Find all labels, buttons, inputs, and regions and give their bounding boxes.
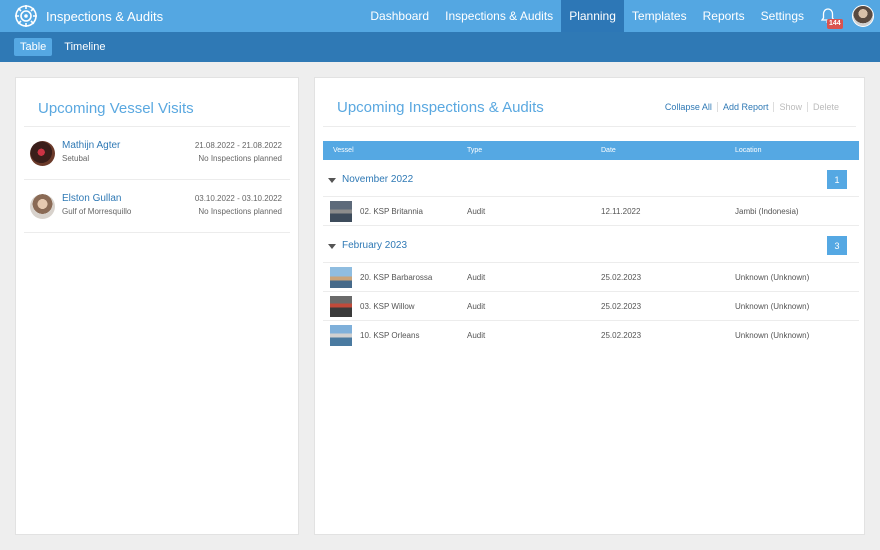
group-count-badge: 3 <box>827 236 847 255</box>
inspections-panel: Upcoming Inspections & Audits Collapse A… <box>314 77 865 535</box>
visit-port: Setubal <box>62 154 90 163</box>
inspections-title: Upcoming Inspections & Audits <box>337 99 544 116</box>
vessel-thumbnail <box>330 296 352 317</box>
column-header-vessel[interactable]: Vessel <box>333 147 354 154</box>
cell-vessel: 03. KSP Willow <box>360 302 415 311</box>
cell-location: Unknown (Unknown) <box>735 273 810 282</box>
avatar <box>30 141 55 166</box>
visit-item[interactable]: Elston Gullan Gulf of Morresquillo 03.10… <box>24 180 290 233</box>
app-title: Inspections & Audits <box>46 8 164 24</box>
divider <box>323 126 856 127</box>
visit-note: No Inspections planned <box>198 154 282 163</box>
cell-date: 12.11.2022 <box>601 207 641 216</box>
main-nav: Dashboard Inspections & Audits Planning … <box>362 0 880 32</box>
cell-location: Unknown (Unknown) <box>735 331 810 340</box>
add-report-button[interactable]: Add Report <box>716 102 774 112</box>
table-row[interactable]: 02. KSP Britannia Audit 12.11.2022 Jambi… <box>323 197 859 226</box>
cell-vessel: 20. KSP Barbarossa <box>360 273 433 282</box>
table-row[interactable]: 03. KSP Willow Audit 25.02.2023 Unknown … <box>323 292 859 321</box>
visit-name[interactable]: Mathijn Agter <box>62 140 120 151</box>
column-header-type[interactable]: Type <box>467 147 482 154</box>
cell-type: Audit <box>467 273 486 282</box>
notifications-button[interactable]: 144 <box>812 0 844 32</box>
visit-item[interactable]: Mathijn Agter Setubal 21.08.2022 - 21.08… <box>24 127 290 180</box>
table-row[interactable]: 10. KSP Orleans Audit 25.02.2023 Unknown… <box>323 321 859 350</box>
column-header-date[interactable]: Date <box>601 147 616 154</box>
visit-dates: 21.08.2022 - 21.08.2022 <box>194 141 282 150</box>
cell-location: Unknown (Unknown) <box>735 302 810 311</box>
delete-button[interactable]: Delete <box>806 102 844 112</box>
cell-vessel: 02. KSP Britannia <box>360 207 424 216</box>
caret-down-icon[interactable] <box>328 178 336 183</box>
user-avatar[interactable] <box>852 5 874 27</box>
show-button[interactable]: Show <box>773 102 807 112</box>
group-header-november-2022[interactable]: November 2022 1 <box>323 163 859 197</box>
group-header-february-2023[interactable]: February 2023 3 <box>323 229 859 263</box>
vessel-thumbnail <box>330 267 352 288</box>
visit-note: No Inspections planned <box>198 207 282 216</box>
cell-date: 25.02.2023 <box>601 331 642 340</box>
visit-dates: 03.10.2022 - 03.10.2022 <box>194 194 282 203</box>
visit-name[interactable]: Elston Gullan <box>62 193 121 204</box>
view-switcher: Table Timeline <box>0 32 880 62</box>
column-header-location[interactable]: Location <box>735 147 761 154</box>
group-label: November 2022 <box>342 174 414 185</box>
vessel-visits-title: Upcoming Vessel Visits <box>38 100 194 117</box>
cell-date: 25.02.2023 <box>601 302 642 311</box>
cell-type: Audit <box>467 331 486 340</box>
caret-down-icon[interactable] <box>328 244 336 249</box>
vessel-visits-panel: Upcoming Vessel Visits Mathijn Agter Set… <box>15 77 299 535</box>
nav-planning[interactable]: Planning <box>561 0 624 32</box>
table-row[interactable]: 20. KSP Barbarossa Audit 25.02.2023 Unkn… <box>323 263 859 292</box>
cell-date: 25.02.2023 <box>601 273 642 282</box>
collapse-all-button[interactable]: Collapse All <box>660 102 717 112</box>
table-header: Vessel Type Date Location <box>323 141 859 160</box>
top-navbar: Inspections & Audits Dashboard Inspectio… <box>0 0 880 32</box>
nav-inspections-audits[interactable]: Inspections & Audits <box>437 0 561 32</box>
brand[interactable]: Inspections & Audits <box>0 0 163 32</box>
compass-logo-icon <box>15 5 37 27</box>
vessel-thumbnail <box>330 325 352 346</box>
nav-dashboard[interactable]: Dashboard <box>362 0 437 32</box>
cell-location: Jambi (Indonesia) <box>735 207 799 216</box>
vessel-thumbnail <box>330 201 352 222</box>
group-count-badge: 1 <box>827 170 847 189</box>
panel-actions: Collapse All Add Report Show Delete <box>660 102 844 112</box>
group-label: February 2023 <box>342 240 408 251</box>
tab-table[interactable]: Table <box>14 38 53 56</box>
visit-port: Gulf of Morresquillo <box>62 207 132 216</box>
cell-type: Audit <box>467 207 486 216</box>
nav-settings[interactable]: Settings <box>753 0 812 32</box>
cell-vessel: 10. KSP Orleans <box>360 331 420 340</box>
avatar <box>30 194 55 219</box>
nav-templates[interactable]: Templates <box>624 0 695 32</box>
nav-reports[interactable]: Reports <box>695 0 753 32</box>
tab-timeline[interactable]: Timeline <box>58 38 111 56</box>
cell-type: Audit <box>467 302 486 311</box>
notification-count-badge: 144 <box>827 19 843 29</box>
